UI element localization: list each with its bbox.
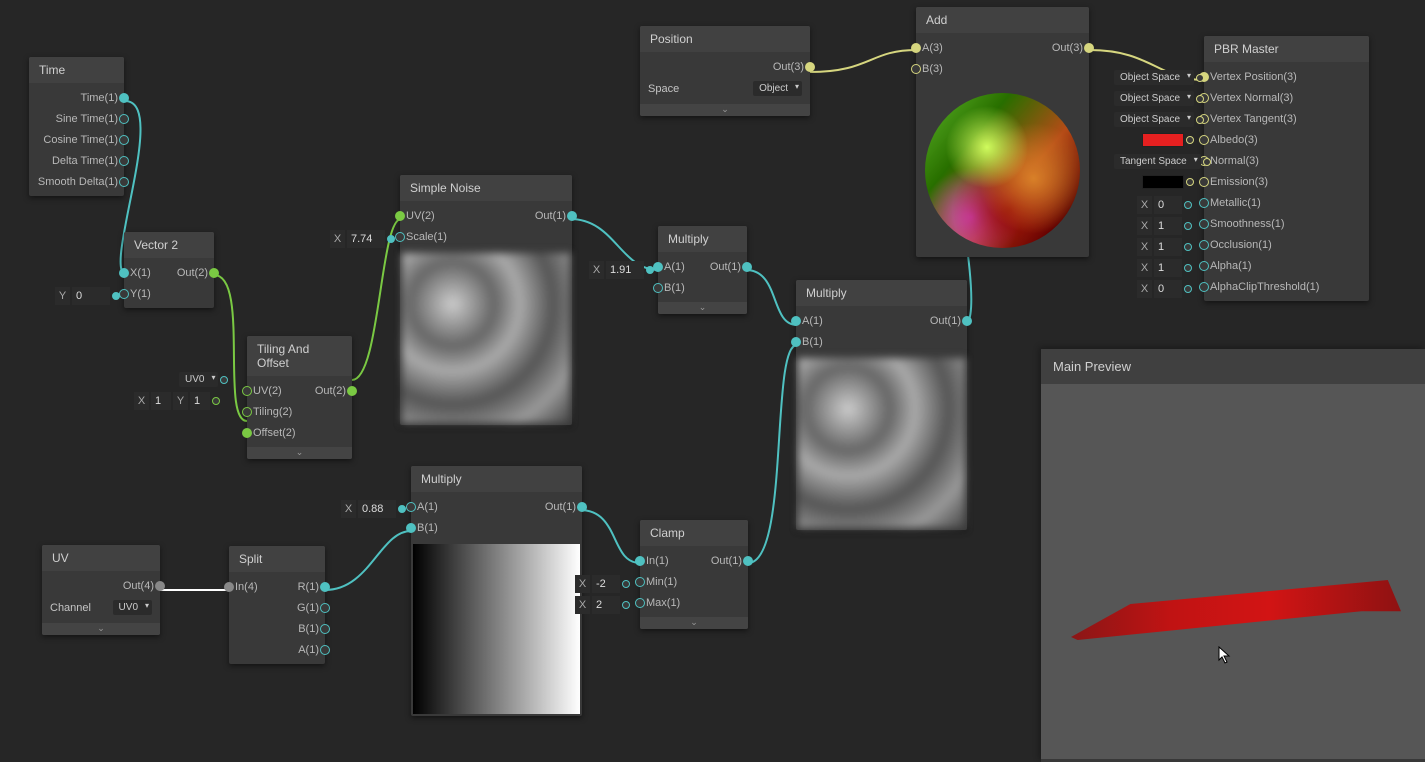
- node-multiply-3[interactable]: Multiply A(1)Out(1) B(1): [796, 280, 967, 530]
- master-num-input[interactable]: X0: [1137, 196, 1192, 214]
- master-color-swatch[interactable]: [1142, 175, 1194, 189]
- node-multiply-2[interactable]: Multiply A(1)Out(1) B(1): [411, 466, 582, 716]
- master-input-7[interactable]: Smoothness(1): [1204, 213, 1369, 234]
- master-num-input[interactable]: X1: [1137, 238, 1192, 256]
- vector2-y-input[interactable]: Y 0: [55, 287, 120, 305]
- node-tiling-and-offset[interactable]: Tiling And Offset UV(2)Out(2) Tiling(2) …: [247, 336, 352, 459]
- master-input-0[interactable]: Vertex Position(3): [1204, 66, 1369, 87]
- collapse-icon[interactable]: ⌄: [247, 447, 352, 459]
- node-preview: [402, 253, 570, 423]
- master-input-5[interactable]: Emission(3): [1204, 171, 1369, 192]
- master-input-3[interactable]: Albedo(3): [1204, 129, 1369, 150]
- master-space-pill[interactable]: Tangent Space: [1114, 154, 1211, 169]
- node-pbr-master[interactable]: PBR Master Vertex Position(3)Vertex Norm…: [1204, 36, 1369, 301]
- node-split[interactable]: Split In(4)R(1) G(1) B(1) A(1): [229, 546, 325, 664]
- main-preview-title: Main Preview: [1041, 349, 1425, 384]
- tiling-uv-select[interactable]: UV0: [179, 372, 228, 387]
- collapse-icon[interactable]: ⌄: [640, 617, 748, 629]
- cursor-icon: [1218, 646, 1232, 664]
- collapse-icon[interactable]: ⌄: [42, 623, 160, 635]
- clamp-max-input[interactable]: X 2: [575, 596, 630, 614]
- main-preview-canvas[interactable]: [1041, 384, 1425, 759]
- master-space-pill[interactable]: Object Space: [1114, 91, 1204, 106]
- master-num-input[interactable]: X0: [1137, 280, 1192, 298]
- master-input-6[interactable]: Metallic(1): [1204, 192, 1369, 213]
- node-preview: [413, 544, 580, 714]
- node-preview: [918, 85, 1087, 255]
- simplenoise-scale-input[interactable]: X 7.74: [330, 230, 395, 248]
- master-input-8[interactable]: Occlusion(1): [1204, 234, 1369, 255]
- multiply2-x-input[interactable]: X 0.88: [341, 500, 406, 518]
- master-space-pill[interactable]: Object Space: [1114, 70, 1204, 85]
- node-clamp[interactable]: Clamp In(1)Out(1) Min(1) Max(1) ⌄: [640, 520, 748, 629]
- master-input-2[interactable]: Vertex Tangent(3): [1204, 108, 1369, 129]
- collapse-icon[interactable]: ⌄: [658, 302, 747, 314]
- position-space-select[interactable]: Object: [753, 81, 802, 96]
- node-position[interactable]: Position Out(3) Space Object ⌄: [640, 26, 810, 116]
- tiling-xy-input[interactable]: X 1 Y 1: [134, 392, 220, 410]
- node-title[interactable]: Time: [29, 57, 124, 83]
- master-num-input[interactable]: X1: [1137, 259, 1192, 277]
- master-input-10[interactable]: AlphaClipThreshold(1): [1204, 276, 1369, 297]
- node-simple-noise[interactable]: Simple Noise UV(2)Out(1) Scale(1): [400, 175, 572, 425]
- node-add[interactable]: Add A(3)Out(3) B(3): [916, 7, 1089, 257]
- main-preview-panel[interactable]: Main Preview: [1041, 349, 1425, 762]
- master-input-1[interactable]: Vertex Normal(3): [1204, 87, 1369, 108]
- collapse-icon[interactable]: ⌄: [640, 104, 810, 116]
- multiply1-x-input[interactable]: X 1.91: [589, 261, 654, 279]
- node-multiply-1[interactable]: Multiply A(1)Out(1) B(1) ⌄: [658, 226, 747, 314]
- preview-mesh: [1071, 580, 1401, 640]
- node-vector2[interactable]: Vector 2 X(1) Out(2) Y(1): [124, 232, 214, 308]
- node-uv[interactable]: UV Out(4) Channel UV0 ⌄: [42, 545, 160, 635]
- master-input-4[interactable]: Normal(3): [1204, 150, 1369, 171]
- master-num-input[interactable]: X1: [1137, 217, 1192, 235]
- clamp-min-input[interactable]: X -2: [575, 575, 630, 593]
- node-preview: [798, 358, 965, 528]
- uv-channel-select[interactable]: UV0: [113, 600, 152, 615]
- master-space-pill[interactable]: Object Space: [1114, 112, 1204, 127]
- master-input-9[interactable]: Alpha(1): [1204, 255, 1369, 276]
- node-time[interactable]: Time Time(1) Sine Time(1) Cosine Time(1)…: [29, 57, 124, 196]
- master-color-swatch[interactable]: [1142, 133, 1194, 147]
